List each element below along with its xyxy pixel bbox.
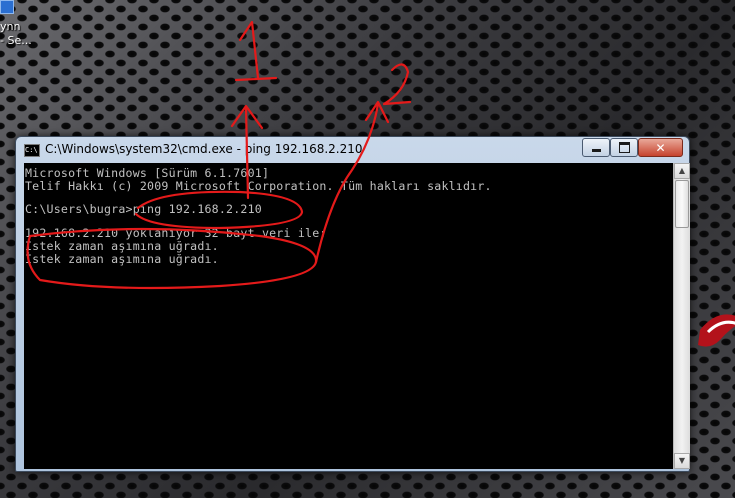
maximize-icon [618, 142, 630, 153]
scroll-down-arrow-icon[interactable]: ▼ [674, 453, 690, 469]
close-icon: ✕ [655, 140, 666, 155]
scroll-up-arrow-icon[interactable]: ▲ [674, 163, 690, 179]
console-line: Telif Hakkı (c) 2009 Microsoft Corporati… [25, 179, 492, 193]
cmd-app-icon[interactable]: C:\ [24, 144, 40, 157]
cmd-window[interactable]: C:\ C:\Windows\system32\cmd.exe - ping 1… [15, 136, 690, 472]
close-button[interactable]: ✕ [638, 138, 683, 157]
desktop-shortcut-sublabel[interactable]: - Se... [0, 34, 32, 47]
console-line: C:\Users\bugra>ping 192.168.2.210 [25, 202, 262, 216]
vertical-scrollbar[interactable]: ▲ ▼ [673, 163, 690, 469]
desktop-shortcut-icon[interactable] [0, 0, 14, 14]
desktop-shortcut-label[interactable]: ynn [0, 20, 20, 33]
title-bar[interactable]: C:\ C:\Windows\system32\cmd.exe - ping 1… [16, 137, 689, 161]
console-line: İstek zaman aşımına uğradı. [25, 252, 219, 266]
console-output[interactable]: Microsoft Windows [Sürüm 6.1.7601] Telif… [24, 163, 673, 469]
minimize-button[interactable] [582, 138, 610, 157]
red-wallpaper-logo [698, 314, 735, 347]
scrollbar-thumb[interactable] [675, 180, 689, 228]
window-title: C:\Windows\system32\cmd.exe - ping 192.1… [45, 142, 363, 156]
maximize-button[interactable] [610, 138, 638, 157]
minimize-icon [591, 149, 601, 152]
